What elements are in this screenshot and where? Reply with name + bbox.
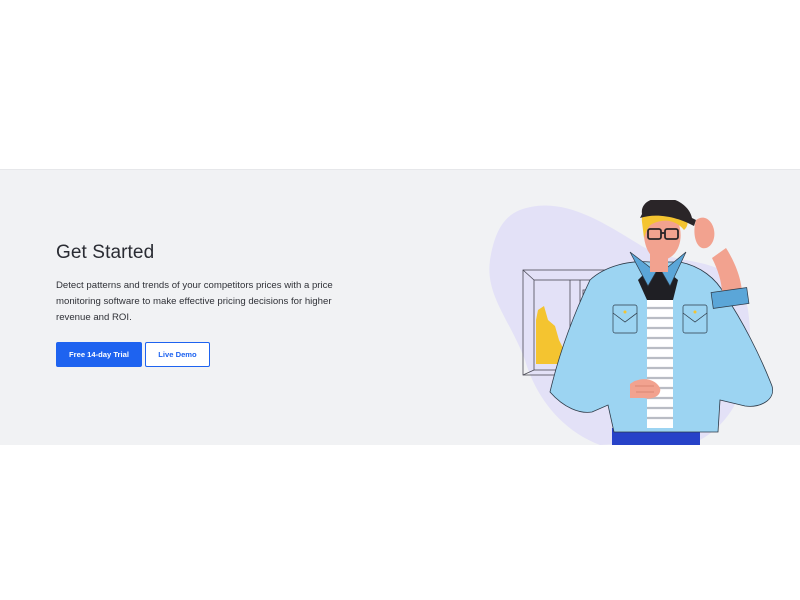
section-heading: Get Started	[56, 242, 155, 263]
section-description: Detect patterns and trends of your compe…	[56, 280, 333, 323]
live-demo-button[interactable]: Live Demo	[145, 342, 210, 367]
right-pocket	[682, 304, 708, 334]
free-trial-button[interactable]: Free 14-day Trial	[56, 342, 142, 367]
person-illustration	[489, 200, 774, 445]
raised-hand	[694, 217, 715, 249]
left-pocket	[612, 304, 638, 334]
get-started-section: Get Started Detect patterns and trends o…	[0, 169, 800, 445]
